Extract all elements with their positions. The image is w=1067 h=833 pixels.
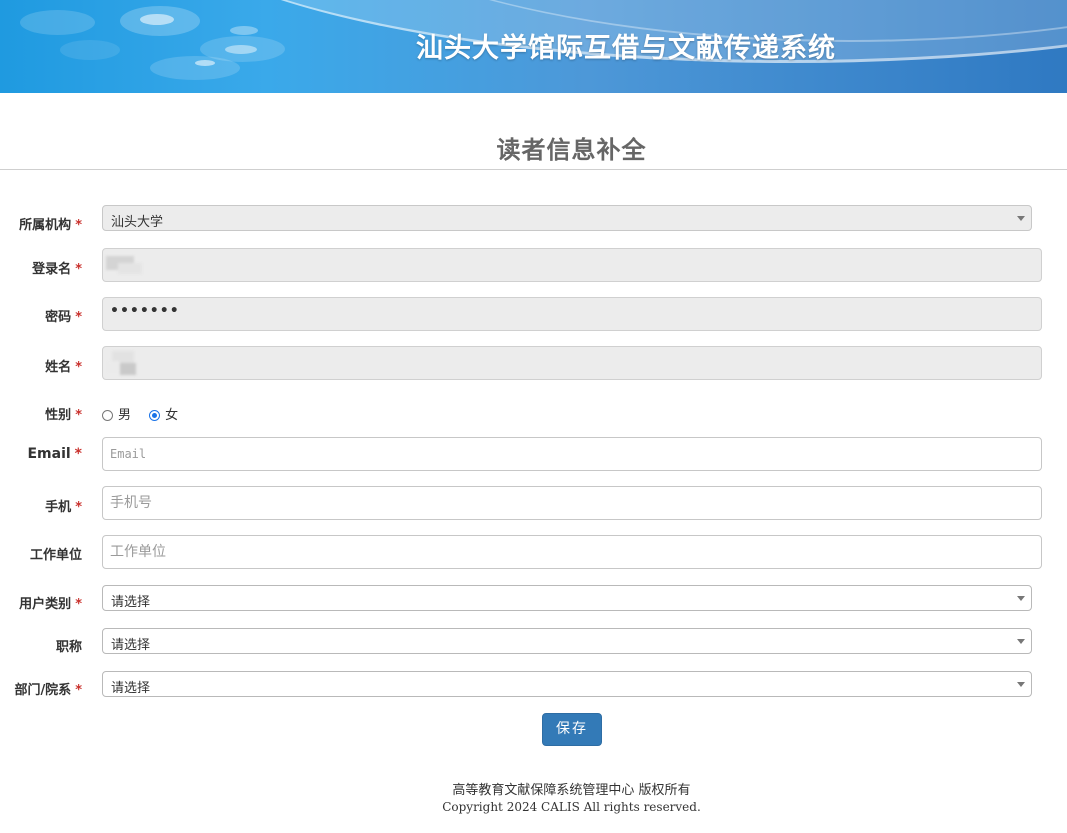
required-mark: * [75, 408, 82, 423]
required-mark: * [75, 310, 82, 325]
gender-radio-female[interactable] [149, 410, 161, 421]
institution-label: 所属机构 * [19, 218, 82, 233]
banner-bubble [150, 56, 240, 80]
chevron-down-icon [1017, 216, 1025, 221]
password-label: 密码 * [45, 310, 82, 325]
banner-bubble [60, 40, 120, 60]
title-select[interactable]: 请选择 [102, 628, 1032, 654]
department-value: 请选择 [111, 681, 151, 696]
required-mark: * [75, 360, 82, 375]
save-button[interactable]: 保存 [542, 713, 602, 746]
footer-copyright-en: Copyright 2024 CALIS All rights reserved… [442, 800, 701, 814]
user-type-value: 请选择 [111, 595, 151, 610]
redacted-value [104, 349, 148, 377]
gender-radio-group: 男 女 [102, 404, 192, 423]
required-mark: * [75, 597, 82, 612]
user-type-select[interactable]: 请选择 [102, 585, 1032, 611]
gender-label: 性别 * [45, 408, 82, 423]
user-type-label: 用户类别 * [19, 597, 82, 612]
mobile-input[interactable] [102, 486, 1042, 520]
required-mark: * [75, 218, 82, 233]
required-mark: * [75, 262, 82, 277]
email-label: Email * [27, 446, 82, 462]
name-input[interactable] [102, 346, 1042, 380]
department-select[interactable]: 请选择 [102, 671, 1032, 697]
banner-bubble [140, 14, 174, 25]
banner-bubble [230, 26, 258, 35]
gender-option-label: 女 [165, 408, 179, 423]
email-input[interactable] [102, 437, 1042, 471]
heading-divider [0, 169, 1067, 170]
institution-select[interactable]: 汕头大学 [102, 205, 1032, 231]
gender-radio-male[interactable] [102, 410, 113, 421]
banner-bubble [20, 10, 95, 35]
department-label: 部门/院系 * [14, 683, 82, 698]
chevron-down-icon [1017, 639, 1025, 644]
institution-value: 汕头大学 [111, 215, 164, 230]
password-input[interactable] [102, 297, 1042, 331]
header-banner: 汕头大学馆际互借与文献传递系统 [0, 0, 1067, 93]
work-unit-label: 工作单位 [29, 548, 82, 563]
gender-option-label: 男 [118, 408, 132, 423]
required-mark: * [74, 446, 82, 462]
system-title: 汕头大学馆际互借与文献传递系统 [416, 33, 836, 64]
title-value: 请选择 [111, 638, 151, 653]
password-masked-value: ••••••• [110, 303, 180, 319]
page-title: 读者信息补全 [496, 135, 647, 164]
login-name-label: 登录名 * [32, 262, 82, 277]
redacted-value [104, 254, 148, 276]
required-mark: * [75, 500, 82, 515]
title-label: 职称 [55, 640, 82, 655]
login-name-input[interactable] [102, 248, 1042, 282]
chevron-down-icon [1017, 682, 1025, 687]
chevron-down-icon [1017, 596, 1025, 601]
required-mark: * [75, 683, 82, 698]
name-label: 姓名 * [45, 360, 82, 375]
work-unit-input[interactable] [102, 535, 1042, 569]
footer-copyright-cn: 高等教育文献保障系统管理中心 版权所有 [452, 783, 691, 798]
mobile-label: 手机 * [45, 500, 82, 515]
banner-bubble [195, 60, 215, 66]
banner-bubble [225, 45, 257, 54]
